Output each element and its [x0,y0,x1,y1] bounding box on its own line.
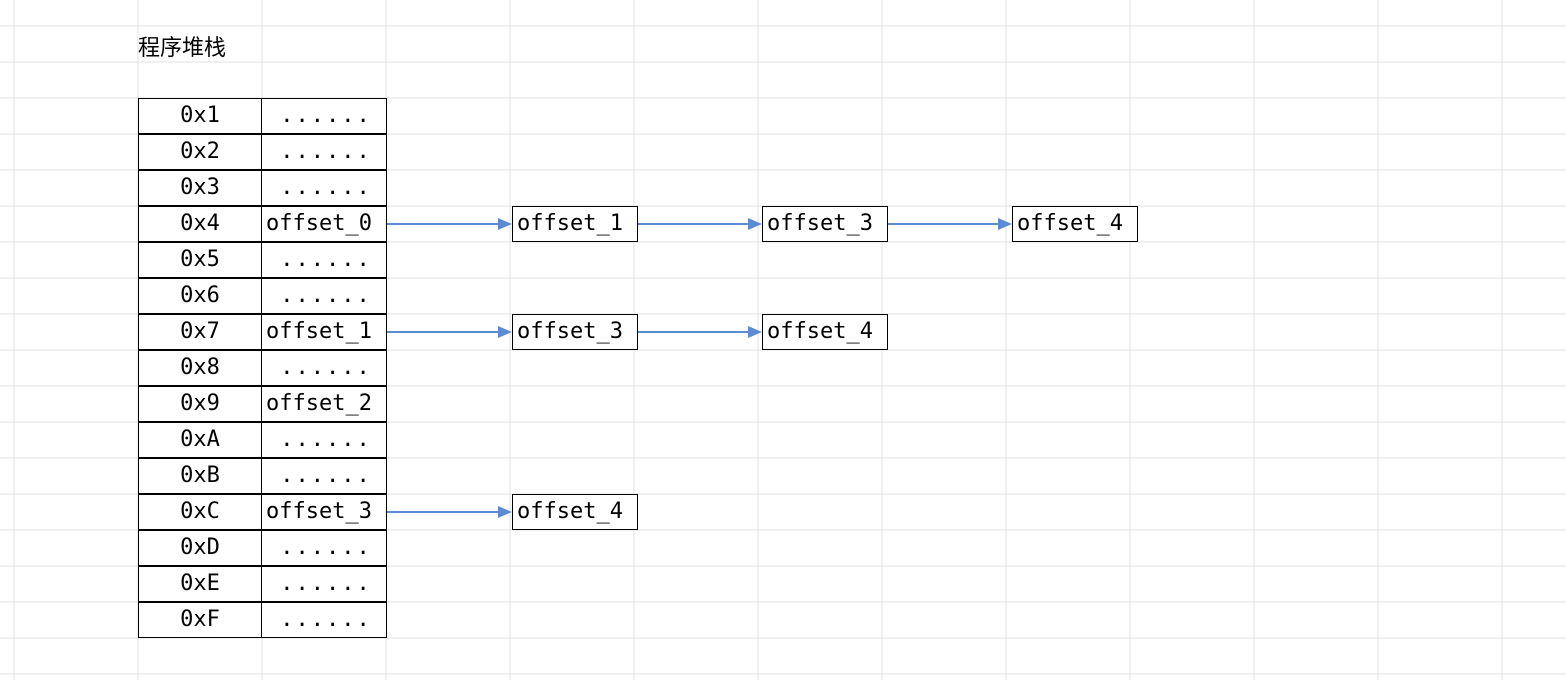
stack-value: ...... [261,134,387,170]
stack-address: 0x3 [138,170,262,206]
chain-node: offset_3 [762,206,888,242]
stack-address: 0x6 [138,278,262,314]
stack-value: offset_0 [261,206,387,242]
stack-address: 0xB [138,458,262,494]
stack-value: offset_2 [261,386,387,422]
chain-node: offset_1 [512,206,638,242]
stack-address: 0x7 [138,314,262,350]
chain-node: offset_4 [1012,206,1138,242]
stack-address: 0xD [138,530,262,566]
stack-address: 0x9 [138,386,262,422]
stack-value: ...... [261,278,387,314]
stack-address: 0xA [138,422,262,458]
stack-value: ...... [261,602,387,638]
stack-value: ...... [261,530,387,566]
stack-address: 0xE [138,566,262,602]
stack-value: ...... [261,422,387,458]
chain-node: offset_3 [512,314,638,350]
stack-address: 0x5 [138,242,262,278]
stack-value: ...... [261,458,387,494]
stack-address: 0x1 [138,98,262,134]
stack-address: 0xF [138,602,262,638]
stack-value: ...... [261,350,387,386]
chain-node: offset_4 [512,494,638,530]
stack-value: ...... [261,98,387,134]
stack-value: offset_3 [261,494,387,530]
stack-value: ...... [261,566,387,602]
stack-address: 0x4 [138,206,262,242]
stack-value: offset_1 [261,314,387,350]
chain-node: offset_4 [762,314,888,350]
stack-address: 0xC [138,494,262,530]
stack-address: 0x8 [138,350,262,386]
stack-address: 0x2 [138,134,262,170]
stack-value: ...... [261,242,387,278]
stack-value: ...... [261,170,387,206]
diagram-title: 程序堆栈 [138,30,226,62]
